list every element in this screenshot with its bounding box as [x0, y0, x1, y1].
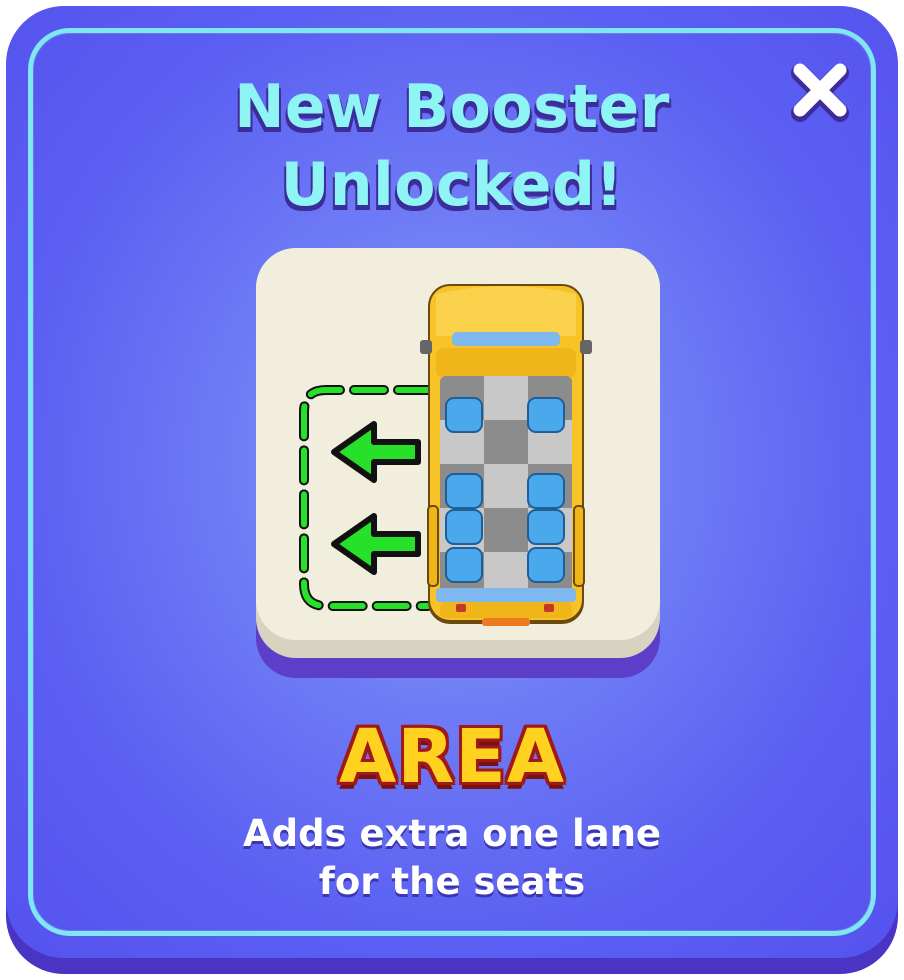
close-button[interactable] [786, 56, 854, 124]
booster-description: Adds extra one lane for the seats [0, 810, 904, 906]
title-line-1: New Booster [234, 72, 670, 142]
popup-title: New Booster Unlocked! [0, 68, 904, 224]
booster-name: AREA [338, 714, 566, 800]
close-icon [791, 63, 849, 122]
title-line-2: Unlocked! [280, 150, 624, 220]
description-line-2: for the seats [318, 860, 586, 903]
green-arrow-left-icon [331, 421, 421, 575]
bus-area-booster-icon [299, 284, 592, 626]
description-line-1: Adds extra one lane [242, 812, 662, 855]
booster-card [256, 248, 660, 640]
